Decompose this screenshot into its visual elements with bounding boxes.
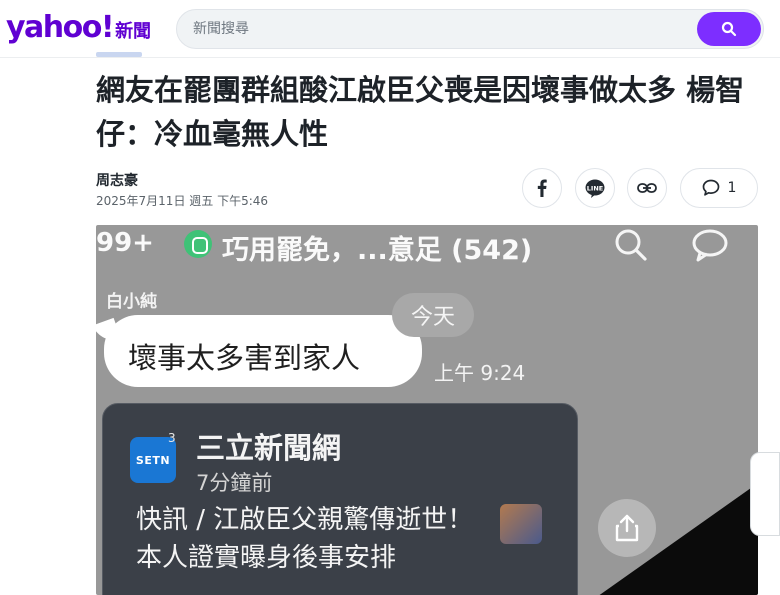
copy-link-button[interactable] [627, 168, 667, 208]
share-line-button[interactable]: LINE [575, 168, 615, 208]
logo-wordmark: yahoo! [6, 10, 115, 45]
line-icon: LINE [585, 179, 605, 198]
image-notification-thumbnail [500, 504, 542, 544]
search-icon [721, 21, 737, 37]
image-chat-app-icon [184, 230, 212, 258]
article-author[interactable]: 周志豪 [96, 170, 138, 190]
link-icon [637, 183, 657, 193]
logo-section-label: 新聞 [115, 21, 152, 42]
search-button[interactable] [697, 12, 761, 46]
image-notification-body: 快訊 / 江啟臣父親驚傳逝世！本人證實曝身後事安排 [136, 505, 474, 573]
category-label-stub [96, 52, 142, 57]
image-unread-count: 99+ [96, 228, 154, 258]
share-facebook-button[interactable] [522, 168, 562, 208]
image-search-icon [615, 229, 647, 261]
article-image[interactable]: 99+ 巧用罷免，...意足 (542) 白小純 壞事太多害到家人 今天 上午 … [96, 225, 758, 595]
image-chat-name: 巧用罷免，...意足 (542) [222, 235, 533, 266]
search-input[interactable] [193, 18, 693, 40]
image-message-time: 上午 9:24 [434, 361, 526, 385]
article-title: 網友在罷團群組酸江啟臣父喪是因壞事做太多 楊智仔：冷血毫無人性 [96, 73, 745, 151]
comments-button[interactable]: 1 [680, 168, 758, 208]
image-share-button[interactable] [598, 499, 656, 557]
share-icon [615, 514, 639, 542]
image-chat-bubble-icon [692, 229, 728, 262]
facebook-icon [537, 179, 547, 197]
yahoo-news-logo[interactable]: yahoo! 新聞 [6, 10, 151, 45]
side-feedback-tab[interactable] [750, 452, 780, 536]
comment-count: 1 [727, 180, 737, 196]
article-date: 2025年7月11日 週五 下午5:46 [96, 194, 269, 208]
comment-icon [702, 179, 719, 196]
image-notification-title: 三立新聞網 [196, 431, 342, 465]
image-sender-name: 白小純 [106, 292, 157, 312]
image-day-label: 今天 [392, 293, 474, 337]
image-notification-time: 7分鐘前 [196, 471, 273, 495]
search-bar [176, 9, 764, 49]
site-header: yahoo! 新聞 [0, 0, 780, 58]
image-notification-badge: 3 [168, 431, 176, 445]
image-message-text: 壞事太多害到家人 [128, 341, 361, 375]
svg-text:LINE: LINE [587, 184, 603, 192]
image-chat-topbar: 99+ 巧用罷免，...意足 (542) [96, 225, 758, 266]
